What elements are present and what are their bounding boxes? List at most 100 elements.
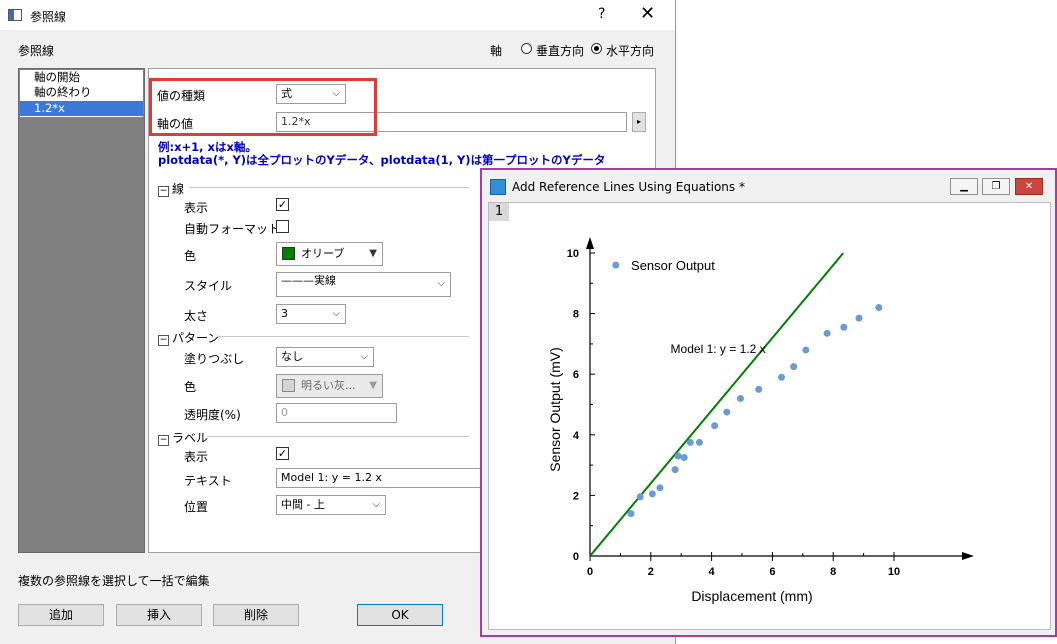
plot-area[interactable]: 1 0 2 4 6 8 10 0 2 4 6 8 10 Displacement (mm) Sensor … bbox=[488, 202, 1051, 630]
expand-arrow-button[interactable]: ▸ bbox=[632, 112, 646, 132]
data-point bbox=[790, 363, 798, 371]
ok-button[interactable]: OK bbox=[357, 604, 443, 626]
y-tick-label: 4 bbox=[573, 430, 580, 442]
y-tick-label: 0 bbox=[573, 551, 579, 563]
data-point bbox=[671, 466, 679, 474]
data-point bbox=[736, 394, 744, 402]
line-width-value: 3 bbox=[281, 307, 288, 320]
legend-marker bbox=[612, 261, 620, 269]
add-button[interactable]: 追加 bbox=[18, 604, 104, 626]
y-tick-label: 2 bbox=[573, 490, 579, 502]
delete-button[interactable]: 削除 bbox=[213, 604, 299, 626]
divider bbox=[217, 336, 469, 337]
fill-label: 塗りつぶし bbox=[184, 352, 245, 366]
chevron-down-icon: ⌵ bbox=[332, 308, 340, 319]
insert-button[interactable]: 挿入 bbox=[116, 604, 202, 626]
data-point bbox=[855, 314, 863, 322]
label-text-input[interactable]: Model 1: y = 1.2 x bbox=[276, 468, 481, 488]
y-tick-label: 6 bbox=[573, 369, 579, 381]
window-close-button[interactable]: ✕ bbox=[1015, 178, 1043, 195]
reference-line-label: Model 1: y = 1.2 x bbox=[671, 342, 766, 356]
data-point bbox=[875, 304, 883, 312]
help-icon[interactable]: ? bbox=[598, 6, 605, 22]
transparency-label: 透明度(%) bbox=[184, 408, 241, 422]
data-point bbox=[656, 484, 664, 492]
radio-vertical-label[interactable]: 垂直方向 bbox=[536, 42, 584, 59]
data-point bbox=[755, 385, 763, 393]
line-color-select[interactable]: オリーブ ▼ bbox=[276, 242, 383, 266]
label-text-value: Model 1: y = 1.2 x bbox=[281, 471, 382, 484]
olive-swatch bbox=[282, 247, 295, 260]
data-point bbox=[686, 438, 694, 446]
label-position-select[interactable]: 中間 - 上 ⌵ bbox=[276, 495, 386, 515]
pattern-group-title: パターン bbox=[172, 331, 220, 345]
fill-select[interactable]: なし ⌵ bbox=[276, 347, 374, 367]
close-icon[interactable]: ✕ bbox=[640, 3, 655, 24]
dialog-title: 参照線 bbox=[30, 10, 67, 24]
label-position-value: 中間 - 上 bbox=[281, 498, 325, 511]
x-axis-arrow bbox=[962, 552, 974, 560]
reference-line bbox=[589, 252, 844, 557]
data-point bbox=[636, 493, 644, 501]
reference-line-list[interactable]: 軸の開始 軸の終わり 1.2*x bbox=[18, 68, 145, 553]
data-point bbox=[778, 373, 786, 381]
data-point bbox=[627, 510, 635, 518]
collapse-icon[interactable]: − bbox=[158, 335, 169, 346]
minimize-button[interactable]: ▁ bbox=[950, 178, 978, 195]
line-group-header[interactable]: − 線 bbox=[158, 180, 184, 197]
y-tick-label: 10 bbox=[567, 248, 579, 260]
chevron-down-icon: ⌵ bbox=[360, 351, 368, 362]
label-group-header[interactable]: − ラベル bbox=[158, 429, 208, 446]
data-point bbox=[695, 438, 703, 446]
fill-value: なし bbox=[281, 350, 303, 363]
line-width-label: 太さ bbox=[184, 309, 209, 323]
radio-horizontal[interactable] bbox=[591, 43, 602, 54]
y-tick-label: 8 bbox=[573, 309, 579, 321]
x-tick-label: 10 bbox=[888, 566, 900, 578]
graph-window-icon bbox=[490, 179, 506, 195]
chevron-down-icon: ▼ bbox=[369, 248, 377, 259]
list-item-axis-end[interactable]: 軸の終わり bbox=[20, 85, 143, 100]
collapse-icon[interactable]: − bbox=[158, 186, 169, 197]
section-title: 参照線 bbox=[18, 44, 55, 58]
pattern-color-label: 色 bbox=[184, 380, 197, 394]
transparency-input[interactable]: 0 bbox=[276, 403, 397, 423]
data-point bbox=[840, 323, 848, 331]
transparency-value: 0 bbox=[281, 406, 288, 419]
label-group-title: ラベル bbox=[172, 431, 209, 445]
label-text-label: テキスト bbox=[184, 474, 232, 488]
pattern-group-header[interactable]: − パターン bbox=[158, 329, 219, 346]
restore-button[interactable]: ❐ bbox=[982, 178, 1010, 195]
line-group-title: 線 bbox=[172, 182, 185, 196]
graph-window-title: Add Reference Lines Using Equations * bbox=[512, 180, 745, 194]
dialog-titlebar: 参照線 ? ✕ bbox=[0, 0, 675, 30]
graph-window[interactable]: Add Reference Lines Using Equations * ▁ … bbox=[480, 168, 1057, 637]
divider bbox=[189, 187, 469, 188]
data-point bbox=[680, 454, 688, 462]
radio-vertical[interactable] bbox=[521, 43, 532, 54]
line-style-select[interactable]: ———実線 ⌵ bbox=[276, 272, 451, 297]
list-items-container: 軸の開始 軸の終わり 1.2*x bbox=[20, 70, 143, 117]
line-show-checkbox[interactable]: ✓ bbox=[276, 198, 289, 211]
y-axis-title: Sensor Output (mV) bbox=[547, 347, 563, 472]
radio-horizontal-label[interactable]: 水平方向 bbox=[606, 42, 654, 59]
x-tick-label: 2 bbox=[648, 566, 654, 578]
list-item-axis-start[interactable]: 軸の開始 bbox=[20, 70, 143, 85]
list-item-equation[interactable]: 1.2*x bbox=[20, 101, 143, 116]
chevron-down-icon: ⌵ bbox=[437, 278, 445, 289]
line-width-select[interactable]: 3 ⌵ bbox=[276, 304, 346, 324]
label-position-label: 位置 bbox=[184, 500, 209, 514]
line-style-value: ———実線 bbox=[281, 274, 336, 287]
collapse-icon[interactable]: − bbox=[158, 435, 169, 446]
x-tick-label: 4 bbox=[709, 566, 716, 578]
label-show-checkbox[interactable]: ✓ bbox=[276, 447, 289, 460]
label-show-label: 表示 bbox=[184, 450, 209, 464]
auto-format-checkbox[interactable] bbox=[276, 220, 289, 233]
line-color-value: オリーブ bbox=[301, 247, 345, 260]
scatter-chart: 0 2 4 6 8 10 0 2 4 6 8 10 Displacement (mm) Sensor Ou… bbox=[547, 237, 974, 604]
pattern-color-select[interactable]: 明るい灰... ▼ bbox=[276, 374, 383, 398]
line-style-label: スタイル bbox=[184, 279, 233, 293]
data-point bbox=[802, 346, 810, 354]
light-gray-swatch bbox=[282, 379, 295, 392]
auto-format-label: 自動フォーマット bbox=[184, 222, 281, 236]
